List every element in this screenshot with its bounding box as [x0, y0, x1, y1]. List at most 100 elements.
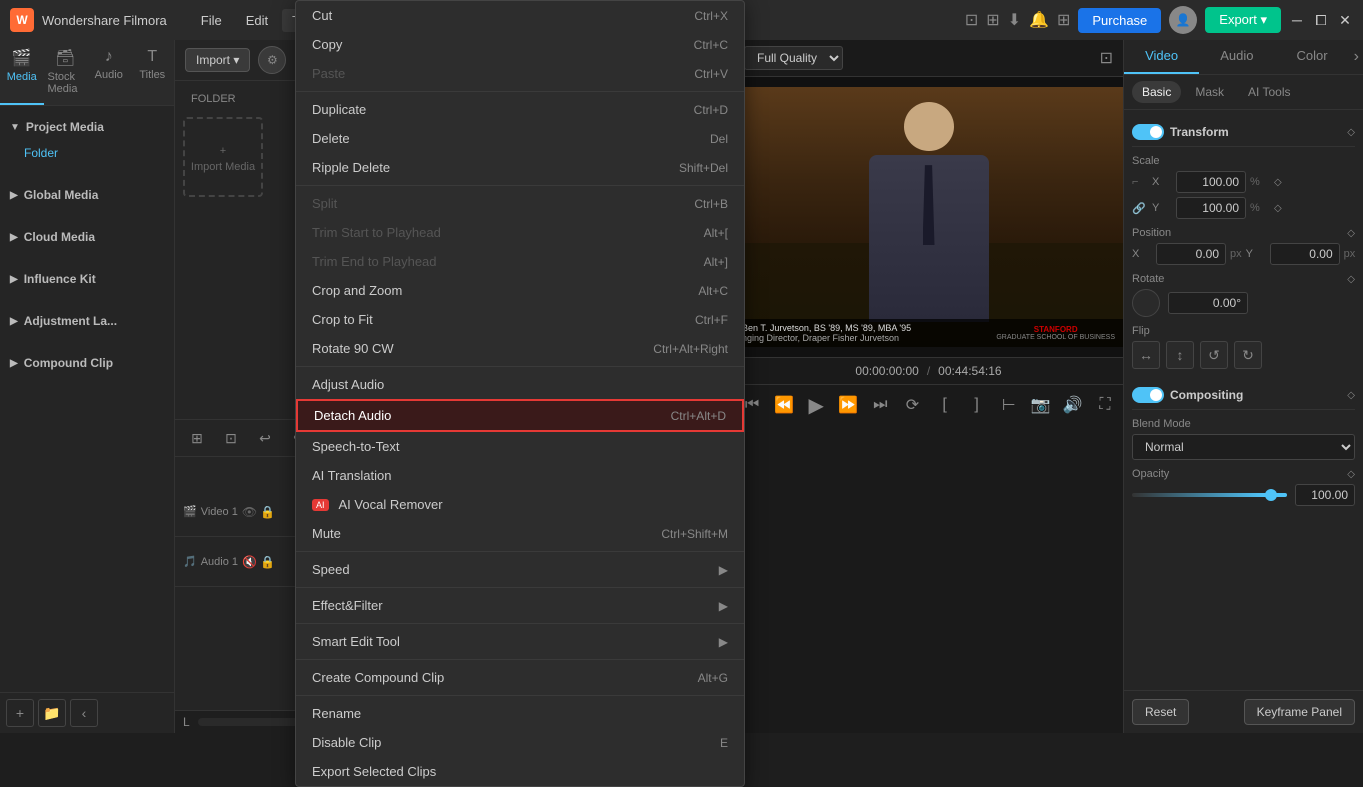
window-close-button[interactable]: ✕ — [1337, 12, 1353, 28]
transform-keyframe-diamond[interactable]: ◇ — [1347, 127, 1355, 138]
ctx-crop-fit[interactable]: Crop to Fit Ctrl+F — [296, 305, 744, 334]
window-minimize-button[interactable]: ─ — [1289, 12, 1305, 28]
export-button[interactable]: Export ▾ — [1205, 7, 1281, 33]
menu-item-edit[interactable]: Edit — [236, 9, 278, 32]
step-back-button[interactable]: ⏪ — [772, 391, 796, 419]
ctx-speed[interactable]: Speed ▶ — [296, 555, 744, 584]
video-lock-icon[interactable]: 🔒 — [260, 505, 275, 519]
purchase-button[interactable]: Purchase — [1078, 8, 1161, 33]
keyframe-panel-button[interactable]: Keyframe Panel — [1244, 699, 1355, 725]
loop-button[interactable]: ⟳ — [900, 391, 924, 419]
mark-out-button[interactable]: ] — [965, 391, 989, 419]
quality-select[interactable]: Full Quality — [744, 46, 843, 70]
ctx-copy[interactable]: Copy Ctrl+C — [296, 30, 744, 59]
sidebar-item-folder[interactable]: Folder — [0, 140, 174, 166]
window-restore-button[interactable]: ⧠ — [1313, 12, 1329, 28]
notifications-icon[interactable]: 🔔 — [1029, 10, 1049, 30]
ctx-rotate-cw[interactable]: Rotate 90 CW Ctrl+Alt+Right — [296, 334, 744, 363]
ctx-disable-clip[interactable]: Disable Clip E — [296, 728, 744, 757]
user-avatar[interactable]: 👤 — [1169, 6, 1197, 34]
rotate-value-input[interactable] — [1168, 292, 1248, 314]
fullscreen-icon[interactable]: ⊞ — [986, 10, 999, 30]
sidebar-folder-button[interactable]: 📁 — [38, 699, 66, 727]
scale-x-diamond[interactable]: ◇ — [1274, 177, 1282, 188]
transform-toggle[interactable] — [1132, 124, 1164, 140]
ctx-rename[interactable]: Rename — [296, 699, 744, 728]
compositing-toggle[interactable] — [1132, 387, 1164, 403]
sidebar-header-compound-clip[interactable]: ▶ Compound Clip — [0, 350, 174, 376]
step-forward-button[interactable]: ⏩ — [836, 391, 860, 419]
subtab-ai-tools[interactable]: AI Tools — [1238, 81, 1300, 103]
rotate-knob[interactable] — [1132, 289, 1160, 317]
ctx-create-compound[interactable]: Create Compound Clip Alt+G — [296, 663, 744, 692]
ctx-speech-text[interactable]: Speech-to-Text — [296, 432, 744, 461]
download-icon[interactable]: ⬇ — [1008, 10, 1021, 30]
timeline-magnet-button[interactable]: ⊡ — [217, 424, 245, 452]
ctx-ai-translation[interactable]: AI Translation — [296, 461, 744, 490]
video-hide-icon[interactable]: 👁 — [242, 505, 257, 519]
ctx-ripple-delete[interactable]: Ripple Delete Shift+Del — [296, 153, 744, 182]
add-media-button[interactable]: + Import Media — [183, 117, 263, 197]
position-x-input[interactable] — [1156, 243, 1226, 265]
properties-expand-icon[interactable]: › — [1350, 40, 1363, 74]
audio-lock-icon[interactable]: 🔒 — [260, 555, 275, 569]
tab-stock-media[interactable]: 🗃 Stock Media — [44, 40, 88, 105]
fullscreen-preview-button[interactable]: ⛶ — [1093, 391, 1117, 419]
media-settings-button[interactable]: ⚙ — [258, 46, 286, 74]
tab-color[interactable]: Color — [1274, 40, 1349, 74]
mark-in-button[interactable]: [ — [933, 391, 957, 419]
opacity-value-input[interactable] — [1295, 484, 1355, 506]
ctx-export-clips[interactable]: Export Selected Clips — [296, 757, 744, 786]
position-y-input[interactable] — [1270, 243, 1340, 265]
ctx-mute[interactable]: Mute Ctrl+Shift+M — [296, 519, 744, 548]
flip-rotate-left-button[interactable]: ↺ — [1200, 341, 1228, 369]
preview-expand-icon[interactable]: ⊡ — [1100, 48, 1113, 68]
subtab-basic[interactable]: Basic — [1132, 81, 1181, 103]
flip-horizontal-button[interactable]: ↔ — [1132, 341, 1160, 369]
ctx-delete[interactable]: Delete Del — [296, 124, 744, 153]
flip-rotate-right-button[interactable]: ↻ — [1234, 341, 1262, 369]
rotate-diamond[interactable]: ◇ — [1347, 274, 1355, 285]
minimize-window-icon[interactable]: ⊡ — [965, 10, 978, 30]
tab-titles[interactable]: T Titles — [131, 40, 175, 105]
split-button[interactable]: ⊢ — [997, 391, 1021, 419]
ctx-detach-audio[interactable]: Detach Audio Ctrl+Alt+D — [296, 399, 744, 432]
ctx-ai-vocal[interactable]: AI AI Vocal Remover — [296, 490, 744, 519]
sidebar-header-influence-kit[interactable]: ▶ Influence Kit — [0, 266, 174, 292]
ctx-smart-edit[interactable]: Smart Edit Tool ▶ — [296, 627, 744, 656]
scale-y-input[interactable] — [1176, 197, 1246, 219]
tab-video[interactable]: Video — [1124, 40, 1199, 74]
apps-icon[interactable]: ⊞ — [1057, 10, 1070, 30]
audio-mute-icon[interactable]: 🔇 — [242, 555, 257, 569]
ctx-crop-zoom[interactable]: Crop and Zoom Alt+C — [296, 276, 744, 305]
flip-vertical-button[interactable]: ↕ — [1166, 341, 1194, 369]
snapshot-button[interactable]: 📷 — [1029, 391, 1053, 419]
sidebar-header-project-media[interactable]: ▼ Project Media — [0, 114, 174, 140]
compositing-diamond[interactable]: ◇ — [1347, 390, 1355, 401]
sidebar-header-cloud-media[interactable]: ▶ Cloud Media — [0, 224, 174, 250]
scale-y-diamond[interactable]: ◇ — [1274, 203, 1282, 214]
menu-item-file[interactable]: File — [191, 9, 232, 32]
go-end-button[interactable]: ⏭ — [868, 391, 892, 419]
audio-btn[interactable]: 🔊 — [1061, 391, 1085, 419]
sidebar-header-adjustment[interactable]: ▶ Adjustment La... — [0, 308, 174, 334]
tab-audio[interactable]: Audio — [1199, 40, 1274, 74]
tab-media[interactable]: 🎬 Media — [0, 40, 44, 105]
opacity-diamond[interactable]: ◇ — [1347, 469, 1355, 480]
timeline-undo-button[interactable]: ↩ — [251, 424, 279, 452]
sidebar-collapse-button[interactable]: ‹ — [70, 699, 98, 727]
reset-button[interactable]: Reset — [1132, 699, 1189, 725]
ctx-effect-filter[interactable]: Effect&Filter ▶ — [296, 591, 744, 620]
scroll-left-icon[interactable]: L — [183, 715, 190, 729]
subtab-mask[interactable]: Mask — [1185, 81, 1234, 103]
blend-mode-select[interactable]: Normal — [1132, 434, 1355, 460]
import-button[interactable]: Import ▾ — [185, 48, 250, 72]
play-button[interactable]: ▶ — [804, 391, 828, 419]
scale-x-input[interactable] — [1176, 171, 1246, 193]
timeline-grid-button[interactable]: ⊞ — [183, 424, 211, 452]
sidebar-header-global-media[interactable]: ▶ Global Media — [0, 182, 174, 208]
opacity-slider[interactable] — [1132, 493, 1287, 497]
ctx-duplicate[interactable]: Duplicate Ctrl+D — [296, 95, 744, 124]
ctx-adjust-audio[interactable]: Adjust Audio — [296, 370, 744, 399]
tab-audio[interactable]: ♪ Audio — [87, 40, 131, 105]
